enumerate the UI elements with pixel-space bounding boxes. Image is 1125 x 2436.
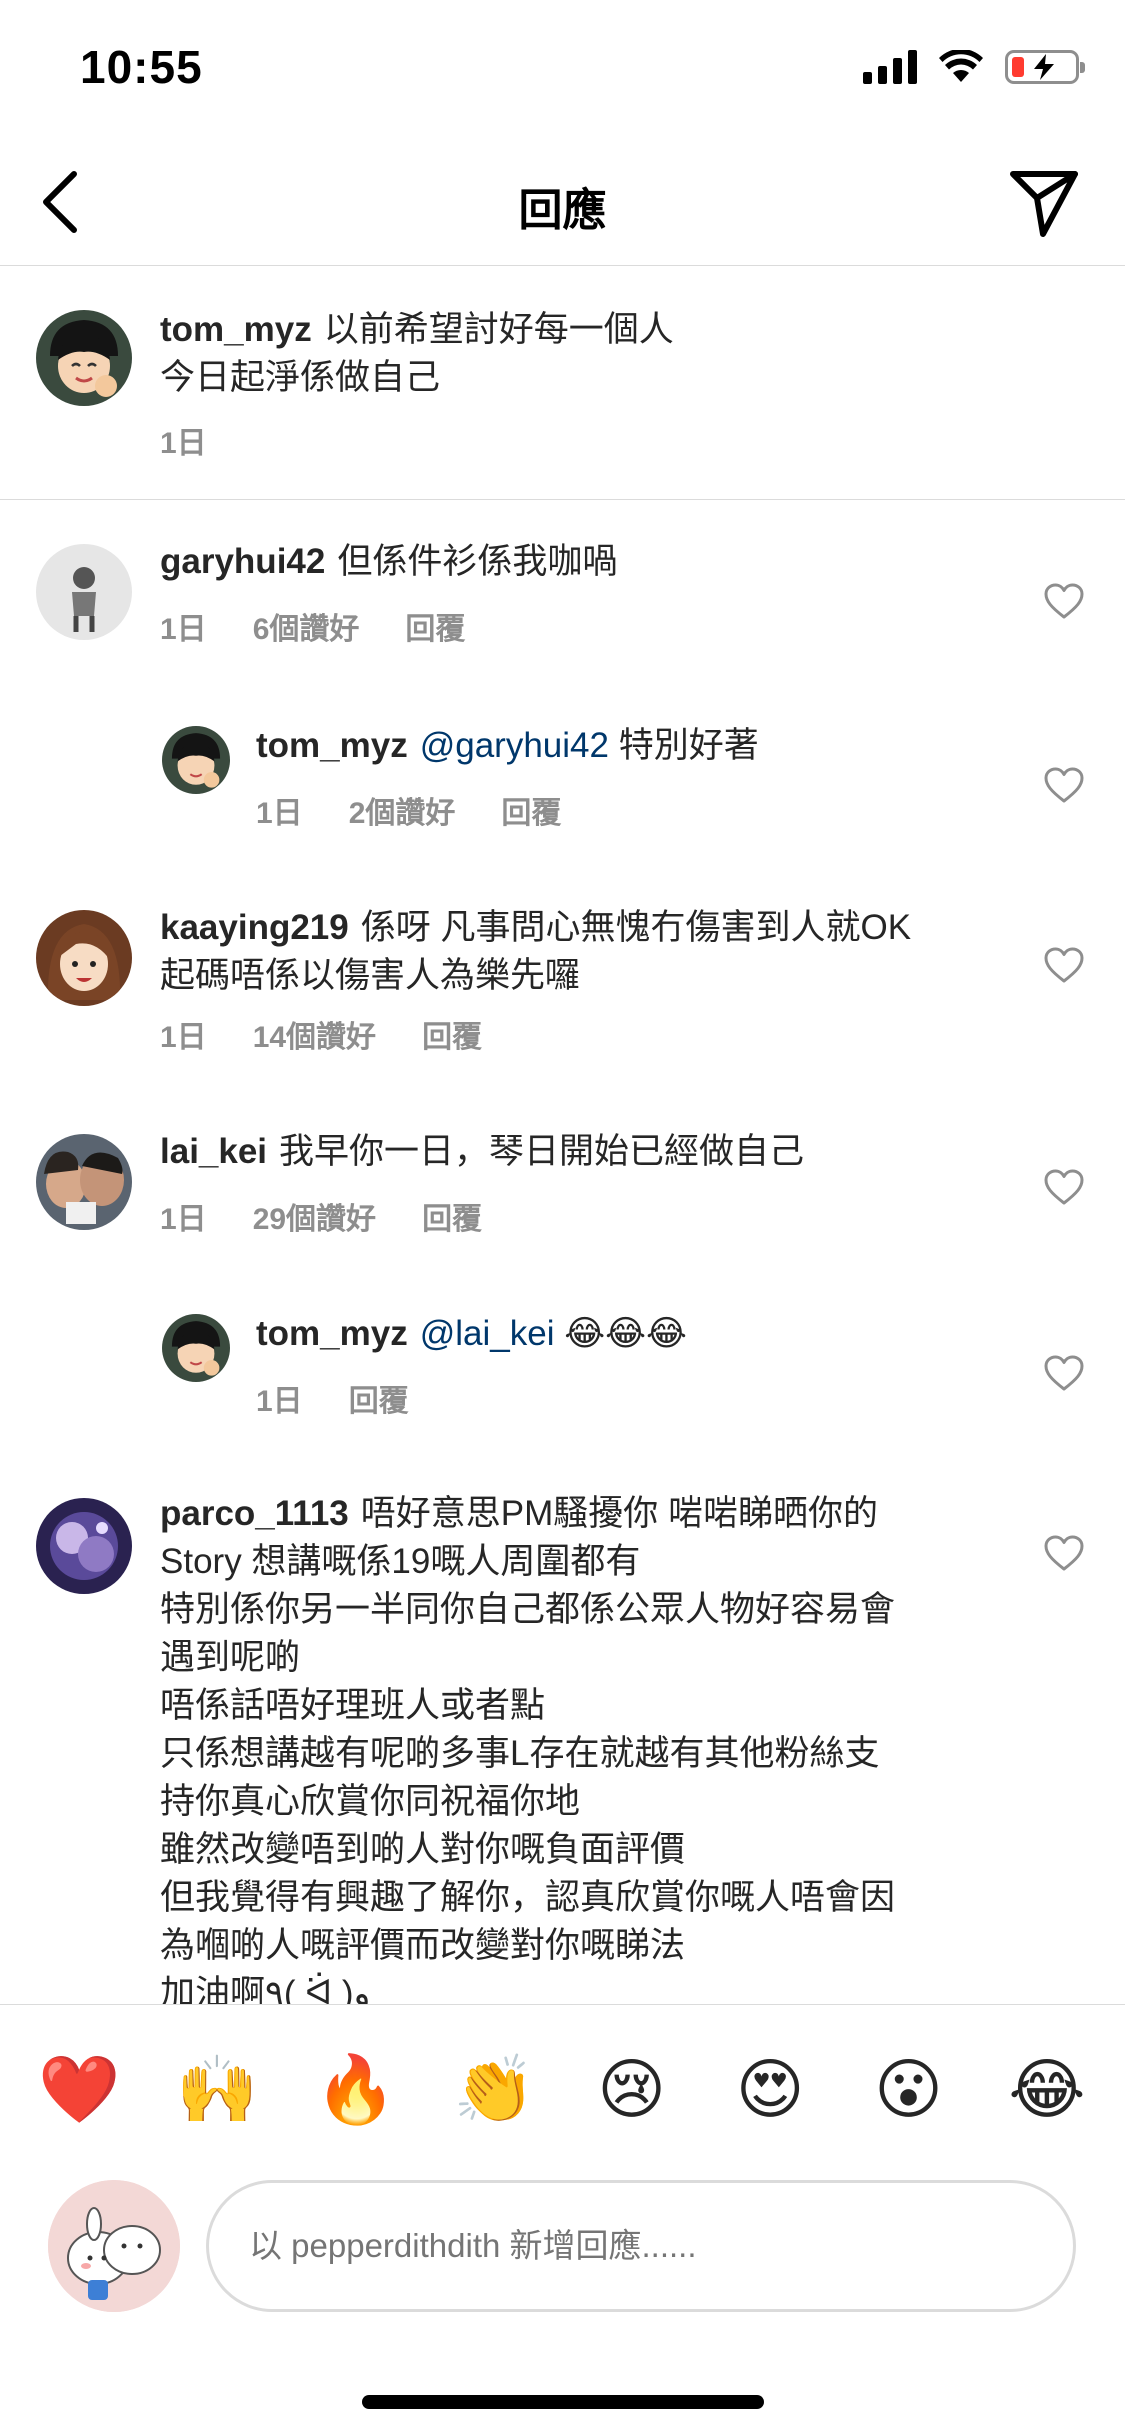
comment-username[interactable]: garyhui42 [160,542,325,581]
mention-link[interactable]: @lai_kei [420,1314,555,1353]
comment-time: 1日 [256,797,303,830]
comment-likes[interactable]: 14個讚好 [253,1012,376,1056]
comment-time: 1日 [160,1203,207,1236]
emoji-crying[interactable]: 😢 [592,2054,672,2125]
mention-link[interactable]: @garyhui42 [420,726,609,765]
comment-text-block: parco_1113 唔好意思PM騷擾你 啱啱睇晒你的 Story 想講嘅係19嘅… [160,1490,960,2004]
header: 回應 [0,140,1125,266]
reply-button[interactable]: 回覆 [349,1376,409,1420]
comment: lai_kei 我早你一日，琴日開始已經做自己 1日 29個讚好 回覆 [0,1110,1125,1300]
emoji-laughing[interactable]: 😂 [1007,2054,1087,2125]
comment-meta: 1日 29個讚好 回覆 [160,1194,482,1238]
comment: parco_1113 唔好意思PM騷擾你 啱啱睇晒你的 Story 想講嘅係19嘅… [0,1490,1125,2004]
comment-text: 我早你一日，琴日開始已經做自己 [279,1132,805,1171]
reply-input[interactable] [206,2180,1076,2312]
emoji-quick-bar: ❤️ 🙌 🔥 👏 😢 😍 😮 😂 [0,2004,1125,2174]
reply-button[interactable]: 回覆 [501,788,561,832]
emoji-raised-hands[interactable]: 🙌 [176,2054,258,2125]
comment-likes[interactable]: 2個讚好 [349,788,456,832]
comment-text-block: tom_myz @lai_kei 😂😂😂 [256,1310,996,1358]
comment-time: 1日 [160,1021,207,1054]
avatar[interactable] [36,1498,132,1594]
comment-time: 1日 [256,1385,303,1418]
comment-text-block: tom_myz @garyhui42 特別好著 [256,722,996,770]
comment-text-block: garyhui42 但係件衫係我咖喎 [160,538,960,586]
comment-text-block: kaaying219 係呀 凡事問心無愧冇傷害到人就OK 起碼唔係以傷害人為樂先囉 [160,904,960,1000]
post-caption: tom_myz 以前希望討好每一個人 今日起淨係做自己 1日 [0,266,1125,500]
wifi-icon [939,50,983,82]
comment-meta: 1日 2個讚好 回覆 [256,788,561,832]
caption-meta: 1日 [160,418,207,462]
reply-button[interactable]: 回覆 [422,1012,482,1056]
comment-text: 唔好意思PM騷擾你 啱啱睇晒你的 Story 想講嘅係19嘅人周圍都有 特別係你… [160,1494,896,2004]
avatar[interactable] [36,310,132,406]
comment-meta: 1日 回覆 [256,1376,409,1420]
reply-button[interactable]: 回覆 [422,1194,482,1238]
comment-reply: tom_myz @garyhui42 特別好著 1日 2個讚好 回覆 [0,690,1125,880]
comment-time: 1日 [160,613,207,646]
avatar[interactable] [36,544,132,640]
emoji-clap[interactable]: 👏 [453,2054,535,2125]
comment-username[interactable]: kaaying219 [160,908,349,947]
comment-text: 但係件衫係我咖喎 [337,542,618,581]
heart-icon[interactable] [1043,946,1085,984]
emoji-surprised[interactable]: 😮 [869,2054,949,2125]
avatar[interactable] [162,1314,230,1382]
comment-likes[interactable]: 6個讚好 [253,604,360,648]
paper-plane-icon[interactable] [1007,166,1081,240]
heart-icon[interactable] [1043,1534,1085,1572]
caption-text-block: tom_myz 以前希望討好每一個人 今日起淨係做自己 [160,306,960,402]
status-time: 10:55 [80,41,203,93]
avatar[interactable] [36,1134,132,1230]
heart-icon[interactable] [1043,1354,1085,1392]
heart-icon[interactable] [1043,582,1085,620]
comment-text: 特別好著 [618,726,759,765]
comment-username[interactable]: tom_myz [256,726,408,765]
reply-button[interactable]: 回覆 [405,604,465,648]
comment-username[interactable]: tom_myz [256,1314,408,1353]
comment-text-block: lai_kei 我早你一日，琴日開始已經做自己 [160,1128,960,1176]
avatar[interactable] [162,726,230,794]
caption-time: 1日 [160,427,207,460]
emoji-heart[interactable]: ❤️ [38,2054,120,2125]
comment: kaaying219 係呀 凡事問心無愧冇傷害到人就OK 起碼唔係以傷害人為樂先囉… [0,880,1125,1110]
heart-icon[interactable] [1043,1168,1085,1206]
comment-reply: tom_myz @lai_kei 😂😂😂 1日 回覆 [0,1300,1125,1490]
page-title: 回應 [518,186,607,235]
status-icons [863,50,1085,84]
comment-likes[interactable]: 29個讚好 [253,1194,376,1238]
comment: garyhui42 但係件衫係我咖喎 1日 6個讚好 回覆 [0,500,1125,690]
emoji-fire[interactable]: 🔥 [315,2054,397,2125]
caption-username[interactable]: tom_myz [160,310,312,349]
avatar[interactable] [36,910,132,1006]
comment-username[interactable]: lai_kei [160,1132,267,1171]
battery-low-charging-icon [1005,50,1085,84]
home-indicator[interactable] [362,2395,764,2409]
signal-icon [863,50,917,84]
comment-username[interactable]: parco_1113 [160,1494,349,1533]
reply-composer [0,2176,1125,2316]
comment-meta: 1日 6個讚好 回覆 [160,604,465,648]
comments-screen: 10:55 回應 tom_myz 以前希望討好每一個人 今日起淨係做自己 1日 … [0,0,1125,2436]
comment-meta: 1日 14個讚好 回覆 [160,1012,482,1056]
heart-icon[interactable] [1043,766,1085,804]
comment-text: 😂😂😂 [564,1314,687,1353]
status-bar: 10:55 [0,0,1125,140]
emoji-heart-eyes[interactable]: 😍 [730,2054,810,2125]
avatar [48,2180,180,2312]
